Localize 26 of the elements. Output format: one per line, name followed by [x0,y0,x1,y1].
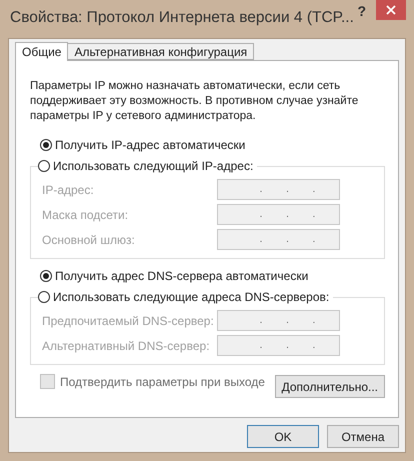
radio-label: Получить IP-адрес автоматически [55,138,246,152]
dialog-button[interactable]: OK [247,425,319,448]
advanced-button[interactable]: Дополнительно... [274,375,385,398]
radio-option[interactable]: Получить IP-адрес автоматически [40,138,384,152]
field-label: Основной шлюз: [42,232,135,246]
field-label: Маска подсети: [42,208,128,222]
radio-button[interactable] [40,270,52,282]
field-label: Предпочитаемый DNS-сервер: [42,314,214,328]
close-icon [386,5,396,15]
radio-button[interactable] [38,291,50,303]
help-button[interactable]: ? [354,1,370,21]
tab[interactable]: Альтернативная конфигурация [67,43,254,60]
description-text: Параметры IP можно назначать автоматически, если сеть поддерживает эту возможность. В противном случае узнайте параметры IP у сетевого администратора. [30,79,360,124]
radio-label: Получить адрес DNS-сервера автоматически [55,269,308,283]
dialog-button[interactable]: Отмена [327,425,399,448]
radio-option[interactable]: Получить адрес DNS-сервера автоматически [40,269,384,283]
field-label: Альтернативный DNS-сервер: [42,338,210,352]
radio-label: Использовать следующий IP-адрес: [53,159,254,173]
radio-button[interactable] [38,160,50,172]
tab[interactable]: Общие [15,42,68,61]
radio-label: Использовать следующие адреса DNS-серверов: [53,290,330,304]
checkbox-label: Подтвердить параметры при выходе [60,374,265,388]
window-title: Свойства: Протокол Интернета версии 4 (TCP... [9,8,354,27]
field-label: IP-адрес: [42,182,94,196]
radio-button[interactable] [40,139,52,151]
close-button[interactable] [376,0,406,20]
